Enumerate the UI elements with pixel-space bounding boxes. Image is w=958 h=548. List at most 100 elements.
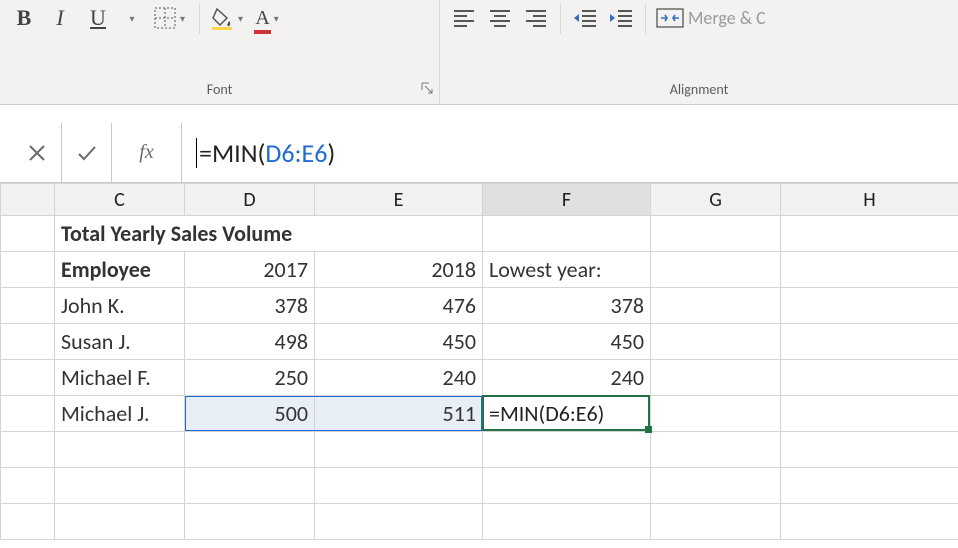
cell[interactable] xyxy=(185,504,315,540)
table-row: Michael J. 500 511 =MIN(D6:E6) xyxy=(1,396,958,432)
cell[interactable]: 476 xyxy=(315,288,483,324)
cell[interactable] xyxy=(55,468,185,504)
underline-letter: U xyxy=(78,0,114,36)
insert-function-button[interactable]: fx xyxy=(112,123,182,182)
row: Total Yearly Sales Volume xyxy=(1,216,958,252)
cell[interactable] xyxy=(651,288,781,324)
row xyxy=(1,468,958,504)
cell[interactable] xyxy=(781,324,958,360)
active-cell-f6[interactable]: =MIN(D6:E6) xyxy=(483,396,651,432)
cell-employee-hdr[interactable]: Employee xyxy=(55,252,185,288)
cell[interactable] xyxy=(781,288,958,324)
text-caret xyxy=(196,138,197,168)
cell-selected-e6[interactable]: 511 xyxy=(315,396,483,432)
cell[interactable] xyxy=(483,216,651,252)
borders-button[interactable]: ▾ xyxy=(150,0,193,36)
cell[interactable] xyxy=(483,504,651,540)
formula-range: D6:E6 xyxy=(265,137,327,169)
borders-dropdown[interactable]: ▾ xyxy=(176,12,189,25)
cell-name[interactable]: Michael J. xyxy=(55,396,185,432)
align-right-button[interactable] xyxy=(518,0,554,36)
italic-button[interactable]: I xyxy=(42,0,78,36)
cell[interactable] xyxy=(185,468,315,504)
cell[interactable] xyxy=(483,468,651,504)
font-group-buttons: B I U ▾ ▾ ▾ xyxy=(0,0,439,81)
merge-center-button[interactable]: Merge & C xyxy=(652,0,766,36)
formula-cancel-button[interactable] xyxy=(12,123,62,182)
col-header-c[interactable]: C xyxy=(55,184,185,216)
cell[interactable] xyxy=(651,504,781,540)
bold-button[interactable]: B xyxy=(6,0,42,36)
merge-label: Merge & C xyxy=(684,7,766,29)
cell-lowest-label[interactable]: Lowest year: xyxy=(483,252,651,288)
cell[interactable] xyxy=(651,252,781,288)
col-header-g[interactable]: G xyxy=(651,184,781,216)
cell[interactable] xyxy=(781,216,958,252)
cell[interactable] xyxy=(651,396,781,432)
table-row: Susan J. 498 450 450 xyxy=(1,324,958,360)
ribbon-group-alignment: Merge & C Alignment xyxy=(440,0,958,104)
cell[interactable]: 378 xyxy=(185,288,315,324)
font-color-button[interactable]: A ▾ xyxy=(251,0,287,36)
cell-year2[interactable]: 2018 xyxy=(315,252,483,288)
cell[interactable] xyxy=(185,432,315,468)
cell-selected-d6[interactable]: 500 xyxy=(185,396,315,432)
column-header-row: C D E F G H xyxy=(1,184,958,216)
cell[interactable]: 450 xyxy=(483,324,651,360)
cell[interactable] xyxy=(55,432,185,468)
cell[interactable] xyxy=(315,468,483,504)
cell[interactable] xyxy=(55,504,185,540)
cell[interactable] xyxy=(651,468,781,504)
cell[interactable]: 240 xyxy=(483,360,651,396)
col-header-f[interactable]: F xyxy=(483,184,651,216)
cell[interactable]: 498 xyxy=(185,324,315,360)
cell[interactable] xyxy=(651,432,781,468)
font-group-label: Font xyxy=(0,81,439,104)
font-color-dropdown[interactable]: ▾ xyxy=(270,12,283,25)
cell[interactable] xyxy=(651,360,781,396)
underline-dropdown[interactable]: ▾ xyxy=(114,0,150,36)
cell[interactable] xyxy=(781,396,958,432)
fill-color-dropdown[interactable]: ▾ xyxy=(234,12,247,25)
fill-color-button[interactable]: ▾ xyxy=(206,0,251,36)
cell[interactable] xyxy=(781,432,958,468)
formula-input[interactable]: =MIN(D6:E6) xyxy=(182,123,958,182)
align-left-button[interactable] xyxy=(446,0,482,36)
cell[interactable]: 450 xyxy=(315,324,483,360)
col-header-h[interactable]: H xyxy=(781,184,958,216)
cell[interactable]: 378 xyxy=(483,288,651,324)
align-center-button[interactable] xyxy=(482,0,518,36)
alignment-group-buttons: Merge & C xyxy=(440,0,958,81)
spreadsheet-grid[interactable]: C D E F G H Total Yearly Sales Volume Em… xyxy=(0,183,958,540)
increase-indent-button[interactable] xyxy=(603,0,639,36)
cell[interactable]: 250 xyxy=(185,360,315,396)
cell[interactable] xyxy=(651,324,781,360)
cell-year1[interactable]: 2017 xyxy=(185,252,315,288)
cell[interactable] xyxy=(781,360,958,396)
cell-name[interactable]: Susan J. xyxy=(55,324,185,360)
formula-prefix: =MIN( xyxy=(199,137,265,169)
select-all[interactable] xyxy=(1,184,55,216)
cell-name[interactable]: Michael F. xyxy=(55,360,185,396)
cell-name[interactable]: John K. xyxy=(55,288,185,324)
title-cell[interactable]: Total Yearly Sales Volume xyxy=(55,216,315,252)
cell[interactable] xyxy=(483,432,651,468)
formula-accept-button[interactable] xyxy=(62,123,112,182)
table-row: John K. 378 476 378 xyxy=(1,288,958,324)
formula-bar: fx =MIN(D6:E6) xyxy=(0,123,958,183)
cell[interactable] xyxy=(315,216,483,252)
col-header-e[interactable]: E xyxy=(315,184,483,216)
cell[interactable] xyxy=(315,432,483,468)
cell[interactable] xyxy=(781,504,958,540)
col-header-d[interactable]: D xyxy=(185,184,315,216)
decrease-indent-button[interactable] xyxy=(567,0,603,36)
cell[interactable] xyxy=(781,468,958,504)
font-color-letter: A xyxy=(255,7,269,29)
underline-button[interactable]: U ▾ xyxy=(78,0,150,36)
cell[interactable]: 240 xyxy=(315,360,483,396)
cell[interactable] xyxy=(315,504,483,540)
ribbon-group-font: B I U ▾ ▾ ▾ xyxy=(0,0,440,104)
cell[interactable] xyxy=(781,252,958,288)
cell[interactable] xyxy=(651,216,781,252)
font-dialog-launcher-icon[interactable] xyxy=(421,81,433,98)
